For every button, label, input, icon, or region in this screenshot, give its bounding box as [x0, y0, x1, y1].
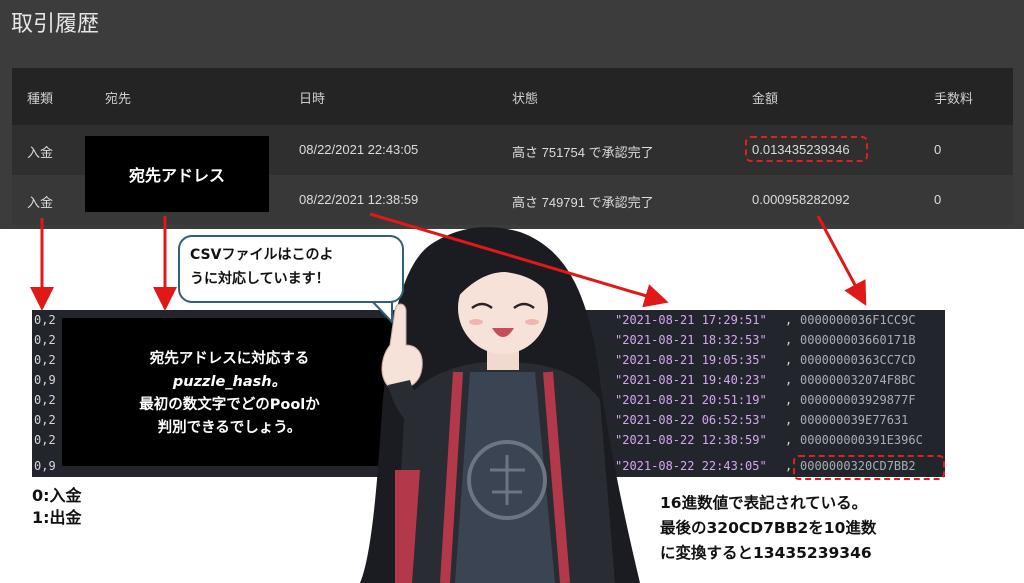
speech-bubble: CSVファイルはこのよ うに対応しています！ — [178, 235, 404, 303]
hex-explanation-note: 16進数値で表記されている。 最後の320CD7BB2を10進数 に変換すると1… — [660, 491, 876, 566]
hex-amount-highlight — [793, 455, 945, 480]
amount-highlight — [745, 136, 868, 162]
hex-note-line: 最後の320CD7BB2を10進数 — [660, 519, 877, 537]
type-legend-line: 1:出金 — [32, 508, 82, 527]
type-legend-note: 0:入金 1:出金 — [32, 485, 82, 529]
hex-note-line: 16進数値で表記されている。 — [660, 494, 868, 512]
speech-bubble-line: CSVファイルはこのよ — [190, 247, 334, 263]
hex-note-line: に変換すると13435239346 — [660, 544, 872, 562]
type-legend-line: 0:入金 — [32, 486, 82, 505]
speech-bubble-line: うに対応しています！ — [190, 271, 330, 287]
